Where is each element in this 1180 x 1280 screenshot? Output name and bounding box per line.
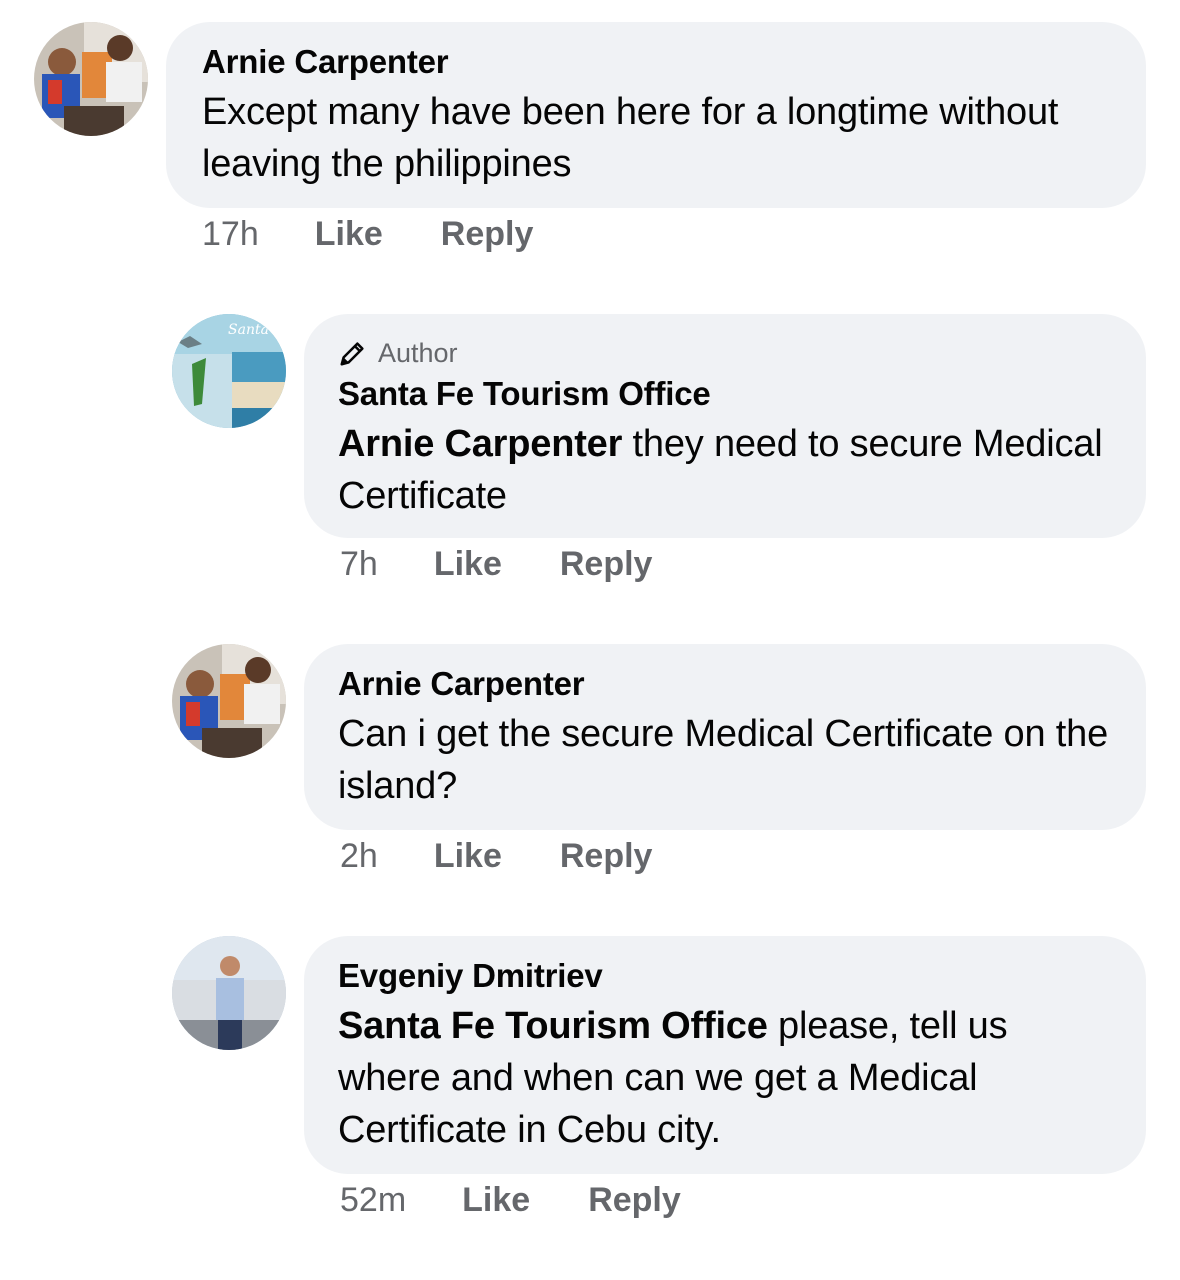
comment-author[interactable]: Evgeniy Dmitriev (338, 956, 1112, 996)
like-button[interactable]: Like (462, 1181, 530, 1220)
comment-author[interactable]: Santa Fe Tourism Office (338, 374, 1112, 414)
avatar[interactable] (34, 22, 148, 136)
like-button[interactable]: Like (434, 545, 502, 584)
comment-actions: 52m Like Reply (340, 1180, 739, 1220)
comment-timestamp[interactable]: 2h (340, 837, 378, 876)
logo-text: Santa (228, 322, 269, 338)
comment-text: Except many have been here for a longtim… (202, 91, 1059, 185)
comment-bubble: Author Santa Fe Tourism Office Arnie Car… (304, 314, 1146, 538)
comment-actions: 7h Like Reply (340, 544, 710, 584)
comment-text: Can i get the secure Medical Certificate… (338, 713, 1109, 807)
reply-button[interactable]: Reply (588, 1181, 681, 1220)
like-button[interactable]: Like (315, 215, 383, 254)
author-badge-label: Author (378, 337, 458, 368)
avatar[interactable] (172, 644, 286, 758)
comment-author[interactable]: Arnie Carpenter (202, 42, 1110, 82)
like-button[interactable]: Like (434, 837, 502, 876)
comment-bubble: Arnie Carpenter Except many have been he… (166, 22, 1146, 208)
mention-link[interactable]: Santa Fe Tourism Office (338, 1005, 768, 1047)
comment-text: Santa Fe Tourism Office please, tell us … (338, 1000, 1112, 1156)
comment-author[interactable]: Arnie Carpenter (338, 664, 1112, 704)
comment-timestamp[interactable]: 52m (340, 1181, 406, 1220)
comment-actions: 2h Like Reply (340, 836, 710, 876)
comment-text: Arnie Carpenter they need to secure Medi… (338, 418, 1112, 522)
author-badge: Author (338, 336, 1112, 370)
comment-bubble: Evgeniy Dmitriev Santa Fe Tourism Office… (304, 936, 1146, 1174)
avatar[interactable] (172, 936, 286, 1050)
comment-timestamp[interactable]: 17h (202, 215, 259, 254)
mention-link[interactable]: Arnie Carpenter (338, 423, 622, 465)
comment-bubble: Arnie Carpenter Can i get the secure Med… (304, 644, 1146, 830)
pencil-icon (340, 342, 364, 366)
comment-actions: 17h Like Reply (202, 214, 591, 254)
reply-button[interactable]: Reply (560, 837, 653, 876)
reply-button[interactable]: Reply (441, 215, 534, 254)
reply-button[interactable]: Reply (560, 545, 653, 584)
avatar[interactable]: Santa (172, 314, 286, 428)
comment-timestamp[interactable]: 7h (340, 545, 378, 584)
